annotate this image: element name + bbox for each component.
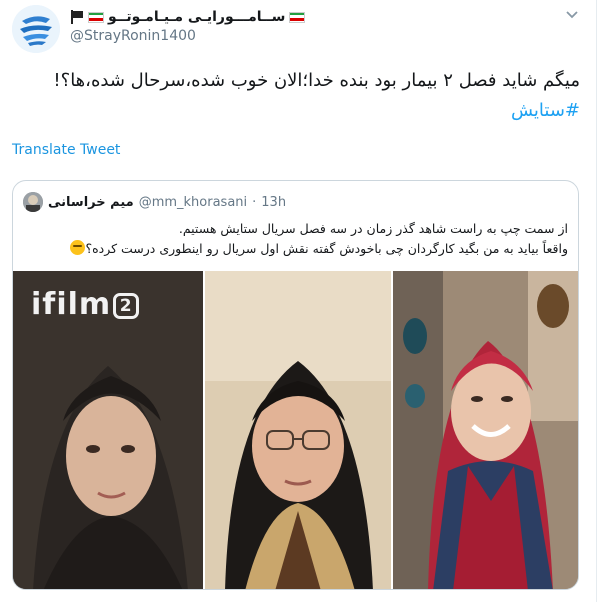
quoted-handle: @mm_khorasani [138, 194, 248, 210]
ifilm-watermark-logo: ifilm 2 [31, 287, 140, 322]
tweet: ســامـــورایـی مـیـامـوتــو @StrayRonin1… [0, 0, 597, 602]
user-handle[interactable]: @StrayRonin1400 [70, 28, 196, 44]
tweet-text: میگم شاید فصل ۲ بیمار بود بنده خدا؛الان … [20, 66, 580, 126]
display-name[interactable]: ســامـــورایـی مـیـامـوتــو [70, 7, 306, 27]
separator-dot: · [252, 194, 257, 210]
watermark-number: 2 [113, 293, 140, 319]
quoted-tweet[interactable]: میم خراسانی @mm_khorasani · 13h از سمت چ… [12, 180, 579, 590]
tweet-text-line: میگم شاید فصل ۲ بیمار بود بنده خدا؛الان … [53, 70, 580, 91]
iran-flag-icon [88, 11, 104, 23]
woman-with-glasses-portrait-icon [205, 271, 391, 589]
quoted-text: از سمت چپ به راست شاهد گذر زمان در سه فص… [23, 219, 568, 259]
ronin-logo-icon [12, 5, 60, 53]
iran-flag-icon [289, 11, 306, 23]
translate-tweet-link[interactable]: Translate Tweet [12, 142, 120, 158]
display-name-text: ســامـــورایـی مـیـامـوتــو [108, 9, 286, 25]
photo-season-2[interactable] [205, 271, 391, 589]
watermark-text: ifilm [31, 287, 112, 322]
smiling-woman-red-scarf-portrait-icon [393, 271, 578, 589]
avatar[interactable] [12, 5, 60, 53]
chevron-down-icon[interactable] [562, 8, 582, 28]
quoted-text-line-2: واقعاً بیاید به من بگید کارگردان چی باخو… [85, 241, 568, 256]
quoted-avatar [23, 192, 43, 212]
media-grid: ifilm 2 [13, 271, 578, 589]
quoted-display-name: میم خراسانی [48, 194, 134, 210]
photo-season-3[interactable] [393, 271, 578, 589]
quoted-timestamp: 13h [261, 194, 287, 210]
unamused-face-emoji-icon [70, 240, 86, 255]
quoted-text-line-1: از سمت چپ به راست شاهد گذر زمان در سه فص… [178, 221, 568, 236]
quoted-tweet-header: میم خراسانی @mm_khorasani · 13h [23, 191, 286, 213]
hashtag-link[interactable]: #ستایش [20, 96, 580, 126]
black-flag-icon [70, 10, 84, 24]
photo-season-1[interactable]: ifilm 2 [13, 271, 203, 589]
